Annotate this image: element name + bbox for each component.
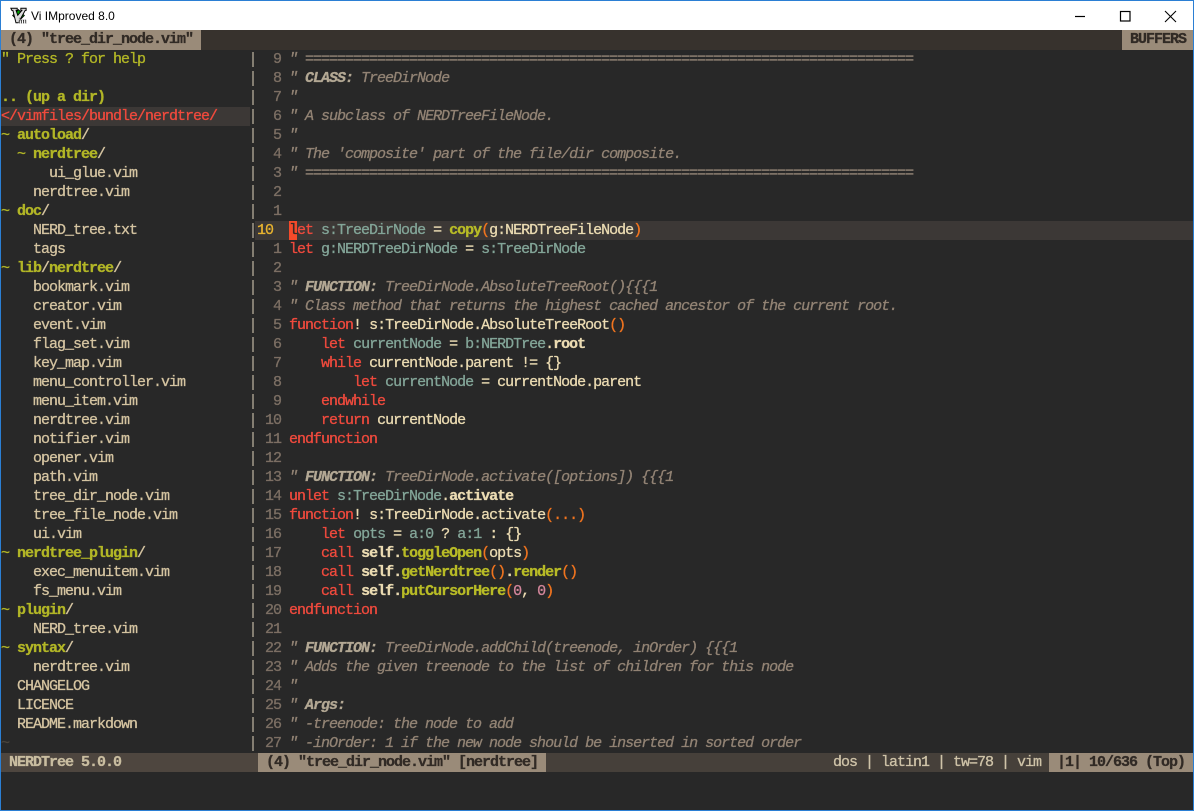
svg-text:im: im [18,16,27,24]
